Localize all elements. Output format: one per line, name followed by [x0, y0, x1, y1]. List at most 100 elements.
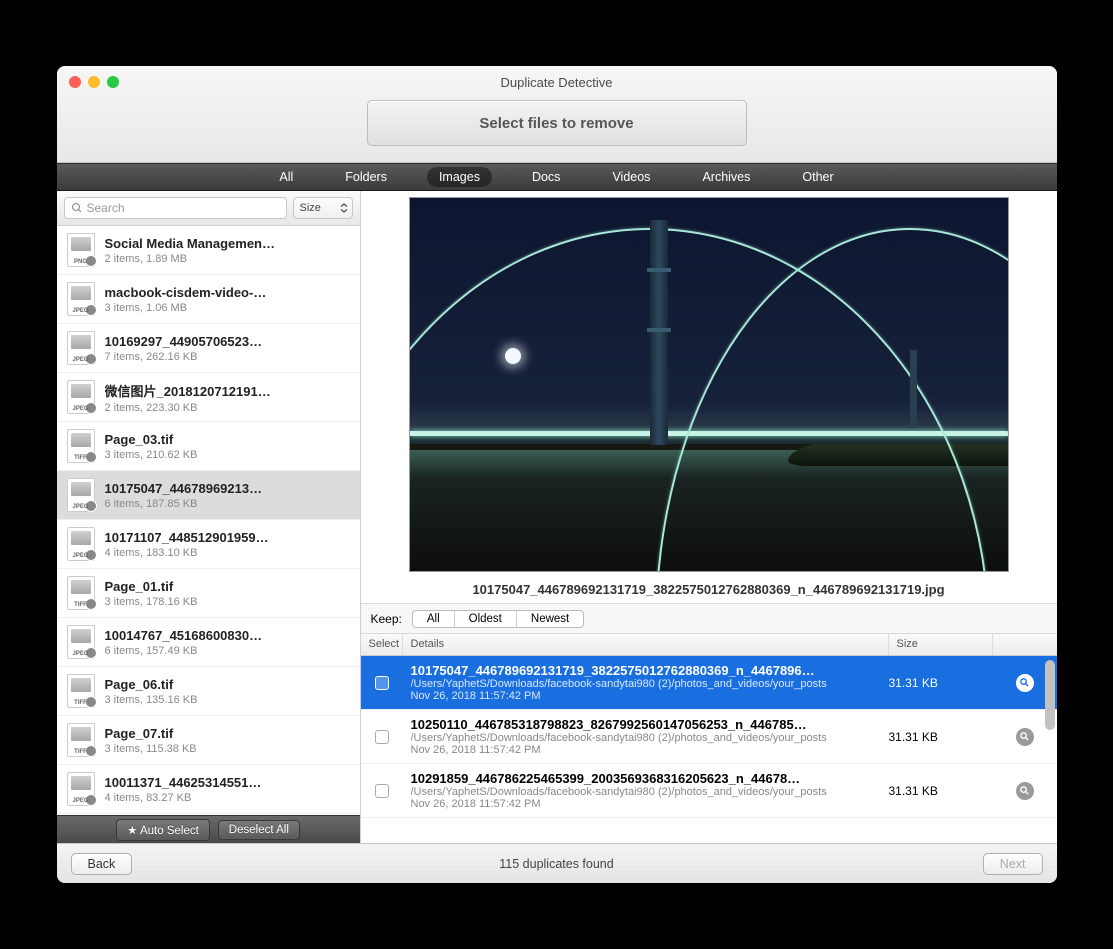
file-icon [67, 625, 95, 659]
keep-segmented-control[interactable]: AllOldestNewest [412, 610, 584, 628]
zoom-icon[interactable] [107, 76, 119, 88]
group-meta: 6 items, 187.85 KB [105, 498, 350, 510]
keep-row: Keep: AllOldestNewest [361, 604, 1057, 634]
group-meta: 4 items, 183.10 KB [105, 547, 350, 559]
detail-size: 31.31 KB [889, 784, 993, 798]
group-item[interactable]: Page_01.tif 3 items, 178.16 KB [57, 569, 360, 618]
detail-path: /Users/YaphetS/Downloads/facebook-sandyt… [411, 678, 881, 690]
file-icon [67, 331, 95, 365]
group-name: 10014767_45168600830… [105, 628, 350, 643]
group-item[interactable]: Page_06.tif 3 items, 135.16 KB [57, 667, 360, 716]
filter-images[interactable]: Images [427, 167, 492, 187]
group-name: 10011371_44625314551… [105, 775, 350, 790]
group-meta: 3 items, 210.62 KB [105, 449, 350, 461]
group-item[interactable]: 10011371_44625314551… 4 items, 83.27 KB [57, 765, 360, 814]
window-title: Duplicate Detective [501, 75, 613, 90]
instruction-banner: Select files to remove [367, 100, 747, 146]
search-input[interactable]: Search [64, 197, 287, 219]
keep-all[interactable]: All [413, 611, 455, 627]
preview-image [409, 197, 1009, 572]
filter-docs[interactable]: Docs [520, 167, 572, 187]
group-name: Page_03.tif [105, 432, 350, 447]
detail-date: Nov 26, 2018 11:57:42 PM [411, 798, 881, 810]
group-name: 10169297_44905706523… [105, 334, 350, 349]
file-icon [67, 772, 95, 806]
detail-filename: 10175047_446789692131719_382257501276288… [411, 663, 881, 678]
content-area: Search Size Social Media Managemen… 2 it… [57, 191, 1057, 843]
group-meta: 7 items, 262.16 KB [105, 351, 350, 363]
file-icon [67, 723, 95, 757]
filter-all[interactable]: All [267, 167, 305, 187]
filter-other[interactable]: Other [790, 167, 845, 187]
filter-folders[interactable]: Folders [333, 167, 399, 187]
detail-row[interactable]: 10291859_446786225465399_200356936831620… [361, 764, 1057, 818]
group-item[interactable]: 微信图片_2018120712191… 2 items, 223.30 KB [57, 373, 360, 422]
sort-select[interactable]: Size [293, 197, 353, 219]
group-meta: 4 items, 83.27 KB [105, 792, 350, 804]
keep-newest[interactable]: Newest [517, 611, 583, 627]
group-item[interactable]: Social Media Managemen… 2 items, 1.89 MB [57, 226, 360, 275]
group-name: 微信图片_2018120712191… [105, 381, 350, 400]
reveal-button[interactable] [1016, 782, 1034, 800]
group-name: Page_06.tif [105, 677, 350, 692]
reveal-button[interactable] [1016, 674, 1034, 692]
detail-filename: 10291859_446786225465399_200356936831620… [411, 771, 881, 786]
group-item[interactable]: 10171107_448512901959… 4 items, 183.10 K… [57, 520, 360, 569]
back-button[interactable]: Back [71, 853, 133, 875]
sort-label: Size [300, 202, 321, 214]
file-icon [67, 429, 95, 463]
preview-area: 10175047_446789692131719_382257501276288… [361, 191, 1057, 604]
file-icon [67, 674, 95, 708]
next-button[interactable]: Next [983, 853, 1043, 875]
row-checkbox[interactable] [375, 730, 389, 744]
group-name: 10171107_448512901959… [105, 530, 350, 545]
header-select[interactable]: Select [361, 634, 403, 655]
file-icon [67, 478, 95, 512]
row-checkbox[interactable] [375, 784, 389, 798]
group-item[interactable]: 10175047_44678969213… 6 items, 187.85 KB [57, 471, 360, 520]
app-window: Duplicate Detective Select files to remo… [57, 66, 1057, 883]
scrollbar[interactable] [1045, 660, 1055, 730]
group-name: Social Media Managemen… [105, 236, 350, 251]
keep-oldest[interactable]: Oldest [455, 611, 517, 627]
file-icon [67, 233, 95, 267]
group-name: 10175047_44678969213… [105, 481, 350, 496]
main-pane: 10175047_446789692131719_382257501276288… [361, 191, 1057, 843]
file-icon [67, 576, 95, 610]
detail-date: Nov 26, 2018 11:57:42 PM [411, 744, 881, 756]
category-filter-bar: All Folders Images Docs Videos Archives Other [57, 163, 1057, 191]
auto-select-button[interactable]: ★ Auto Select [116, 819, 210, 841]
traffic-lights [69, 76, 119, 88]
filter-videos[interactable]: Videos [600, 167, 662, 187]
detail-date: Nov 26, 2018 11:57:42 PM [411, 690, 881, 702]
duplicate-group-list[interactable]: Social Media Managemen… 2 items, 1.89 MB… [57, 226, 360, 815]
filter-archives[interactable]: Archives [690, 167, 762, 187]
close-icon[interactable] [69, 76, 81, 88]
sidebar: Search Size Social Media Managemen… 2 it… [57, 191, 361, 843]
header-size[interactable]: Size [889, 634, 993, 655]
deselect-all-button[interactable]: Deselect All [218, 820, 300, 840]
group-meta: 6 items, 157.49 KB [105, 645, 350, 657]
footer: Back 115 duplicates found Next [57, 843, 1057, 883]
group-meta: 2 items, 1.89 MB [105, 253, 350, 265]
reveal-button[interactable] [1016, 728, 1034, 746]
detail-list[interactable]: 10175047_446789692131719_382257501276288… [361, 656, 1057, 843]
detail-path: /Users/YaphetS/Downloads/facebook-sandyt… [411, 732, 881, 744]
group-meta: 3 items, 1.06 MB [105, 302, 350, 314]
detail-row[interactable]: 10175047_446789692131719_382257501276288… [361, 656, 1057, 710]
group-item[interactable]: Page_07.tif 3 items, 115.38 KB [57, 716, 360, 765]
group-item[interactable]: 10014767_45168600830… 6 items, 157.49 KB [57, 618, 360, 667]
header-action [993, 634, 1057, 655]
updown-icon [340, 203, 348, 213]
group-item[interactable]: 10169297_44905706523… 7 items, 262.16 KB [57, 324, 360, 373]
group-item[interactable]: Page_03.tif 3 items, 210.62 KB [57, 422, 360, 471]
row-checkbox[interactable] [375, 676, 389, 690]
file-icon [67, 282, 95, 316]
status-text: 115 duplicates found [57, 857, 1057, 871]
group-meta: 3 items, 135.16 KB [105, 694, 350, 706]
detail-row[interactable]: 10250110_446785318798823_826799256014705… [361, 710, 1057, 764]
detail-header: Select Details Size [361, 634, 1057, 656]
header-details[interactable]: Details [403, 634, 889, 655]
group-item[interactable]: macbook-cisdem-video-… 3 items, 1.06 MB [57, 275, 360, 324]
minimize-icon[interactable] [88, 76, 100, 88]
